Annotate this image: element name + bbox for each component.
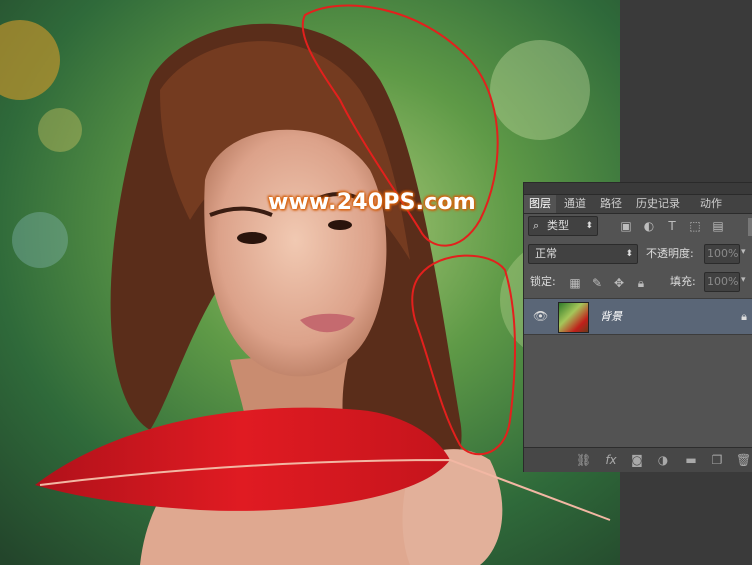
watermark-text: www.240PS.com [268, 190, 476, 215]
fill-field[interactable]: 100% [704, 272, 740, 292]
image-icon[interactable]: ▣ [619, 219, 633, 233]
lock-icon: 🔒︎ [741, 310, 747, 323]
new-layer-icon[interactable]: ❐ [710, 453, 724, 467]
type-icon[interactable]: T [665, 219, 679, 233]
blend-mode-value: 正常 [535, 247, 557, 260]
adjustment-icon[interactable]: ◐ [642, 219, 656, 233]
tab-history[interactable]: 历史记录 [631, 195, 685, 213]
link-icon[interactable]: ⛓︎ [576, 453, 591, 467]
chevron-down-icon[interactable]: ▾ [741, 247, 746, 257]
chevron-down-icon[interactable]: ▾ [741, 275, 746, 285]
lock-label: 锁定: [530, 275, 556, 288]
opacity-value: 100% [707, 247, 739, 260]
tab-paths[interactable]: 路径 [595, 195, 627, 213]
layer-row[interactable]: 👁︎ 背景 🔒︎ [524, 298, 752, 335]
opacity-field[interactable]: 100% [704, 244, 740, 264]
chevron-updown-icon: ⬍ [585, 221, 593, 231]
trash-icon[interactable]: 🗑︎ [736, 453, 751, 467]
layer-thumbnail [558, 302, 589, 333]
lock-all-icon[interactable]: 🔒︎ [634, 276, 648, 290]
layers-footer: ⛓︎ fx ◙ ◑ ▬ ❐ 🗑︎ [524, 447, 752, 472]
layer-name[interactable]: 背景 [600, 299, 622, 334]
tab-actions[interactable]: 动作 [695, 195, 727, 213]
opacity-label: 不透明度: [646, 247, 694, 260]
panel-grip[interactable] [524, 183, 752, 195]
fill-label: 填充: [670, 275, 696, 288]
lock-brush-icon[interactable]: ✎ [590, 276, 604, 290]
chevron-updown-icon: ⬍ [625, 249, 633, 259]
tab-layers[interactable]: 图层 [524, 195, 556, 213]
panel-tab-bar: 图层 通道 路径 历史记录 动作 [524, 195, 752, 214]
eye-icon[interactable]: 👁︎ [533, 309, 549, 323]
folder-icon[interactable]: ▬ [684, 453, 698, 467]
lock-transparent-icon[interactable]: ▦ [568, 276, 582, 290]
lock-move-icon[interactable]: ✥ [612, 276, 626, 290]
adjustment-layer-icon[interactable]: ◑ [656, 453, 670, 467]
shape-icon[interactable]: ⬚ [688, 219, 702, 233]
tab-channels[interactable]: 通道 [559, 195, 591, 213]
search-icon: ⌕ [533, 219, 540, 232]
filter-kind-select[interactable]: ⌕ 类型 ⬍ [528, 216, 598, 236]
layers-panel[interactable]: 图层 通道 路径 历史记录 动作 ⌕ 类型 ⬍ ▣ ◐ T ⬚ ▤ 正常 ⬍ 不… [523, 182, 752, 472]
filter-kind-label: 类型 [547, 219, 569, 232]
mask-icon[interactable]: ◙ [630, 453, 644, 467]
blend-mode-select[interactable]: 正常 ⬍ [528, 244, 638, 264]
fill-value: 100% [707, 275, 739, 288]
filter-toggle[interactable] [748, 218, 752, 236]
fx-icon[interactable]: fx [604, 453, 618, 467]
smart-object-icon[interactable]: ▤ [711, 219, 725, 233]
